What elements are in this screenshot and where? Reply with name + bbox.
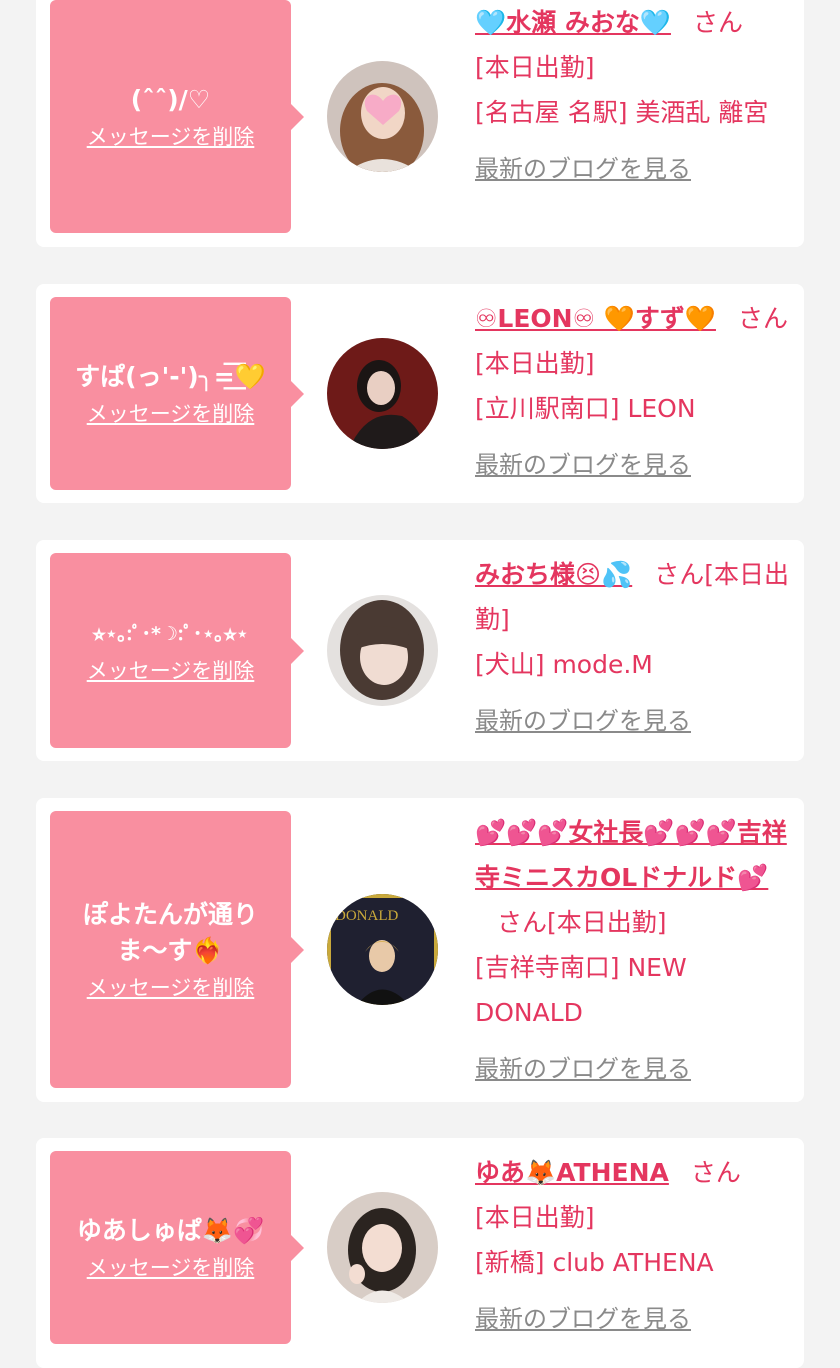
delete-message-link[interactable]: メッセージを削除 (87, 122, 255, 152)
honorific: さん (737, 304, 788, 333)
svg-text:DONALD: DONALD (335, 908, 398, 924)
delete-message-link[interactable]: メッセージを削除 (87, 656, 255, 686)
profile-photo (327, 595, 438, 706)
message-bubble: ぽよたんが通りま〜す❤️‍🔥 メッセージを削除 (50, 811, 304, 1088)
message-card: ⭐︎⋆｡:ﾟ･*☽:ﾟ･⋆｡⭐︎⋆ メッセージを削除 みおち様😣💦 さん[本日出勤… (36, 540, 804, 761)
message-card: ぽよたんが通りま〜す❤️‍🔥 メッセージを削除 DONALD 💕💕💕女社長💕💕💕… (36, 798, 804, 1102)
cast-info: ♾LEON♾ 🧡すず🧡 さん [本日出勤] [立川駅南口] LEON 最新のブログを… (475, 296, 793, 488)
latest-blog-link[interactable]: 最新のブログを見る (475, 443, 691, 488)
latest-blog-link[interactable]: 最新のブログを見る (475, 699, 691, 744)
cast-name-link[interactable]: みおち様😣💦 (475, 560, 632, 589)
delete-message-link[interactable]: メッセージを削除 (87, 399, 255, 429)
profile-photo (327, 61, 438, 172)
shop-location: [新橋] club ATHENA (475, 1248, 714, 1277)
message-text: ⭐︎⋆｡:ﾟ･*☽:ﾟ･⋆｡⭐︎⋆ (92, 622, 249, 645)
honorific: さん (654, 560, 705, 589)
avatar[interactable]: DONALD (327, 894, 438, 1005)
profile-photo (327, 1192, 438, 1303)
avatar[interactable] (327, 338, 438, 449)
message-bubble: すぱ(っ'-')╮=͟͟͞͞💛 メッセージを削除 (50, 297, 304, 490)
cast-name-link[interactable]: 💕💕💕女社長💕💕💕吉祥寺ミニスカOLドナルド💕 (475, 818, 787, 892)
message-bubble: ⭐︎⋆｡:ﾟ･*☽:ﾟ･⋆｡⭐︎⋆ メッセージを削除 (50, 553, 304, 748)
work-status: [本日出勤] (547, 908, 667, 937)
profile-photo (327, 338, 438, 449)
cast-info: 💕💕💕女社長💕💕💕吉祥寺ミニスカOLドナルド💕 さん[本日出勤] [吉祥寺南口] … (475, 810, 793, 1092)
avatar[interactable] (327, 61, 438, 172)
shop-location: [立川駅南口] LEON (475, 394, 696, 423)
cast-info: 🩵水瀬 みおな🩵 さん [本日出勤] [名古屋 名駅] 美酒乱 離宮 最新のブログ… (475, 0, 793, 192)
delete-message-link[interactable]: メッセージを削除 (87, 973, 255, 1003)
honorific: さん (690, 1158, 741, 1187)
cast-name-link[interactable]: ゆあ🦊ATHENA (475, 1158, 669, 1187)
shop-location: [犬山] mode.M (475, 650, 653, 679)
work-status: [本日出勤] (475, 1203, 595, 1232)
message-text: ゆあしゅぱ🦊💞 (76, 1215, 265, 1245)
message-card: (ˆˆ)/♡ メッセージを削除 🩵水瀬 みおな🩵 さん [本日出勤] [名古屋 名… (36, 0, 804, 247)
message-text: すぱ(っ'-')╮=͟͟͞͞💛 (75, 361, 266, 391)
delete-message-link[interactable]: メッセージを削除 (87, 1253, 255, 1283)
shop-location: [吉祥寺南口] NEW DONALD (475, 953, 687, 1027)
cast-info: ゆあ🦊ATHENA さん [本日出勤] [新橋] club ATHENA 最新のブ… (475, 1150, 793, 1342)
message-text: ぽよたんが通りま〜す❤️‍🔥 (82, 899, 258, 965)
honorific: さん (692, 8, 743, 37)
work-status: [本日出勤] (475, 53, 595, 82)
work-status: [本日出勤] (475, 349, 595, 378)
message-text: (ˆˆ)/♡ (130, 84, 211, 114)
avatar[interactable] (327, 1192, 438, 1303)
shop-location: [名古屋 名駅] 美酒乱 離宮 (475, 98, 769, 127)
latest-blog-link[interactable]: 最新のブログを見る (475, 1297, 691, 1342)
latest-blog-link[interactable]: 最新のブログを見る (475, 1047, 691, 1092)
avatar[interactable] (327, 595, 438, 706)
message-card: すぱ(っ'-')╮=͟͟͞͞💛 メッセージを削除 ♾LEON♾ 🧡すず🧡 さん [本… (36, 284, 804, 503)
message-card: ゆあしゅぱ🦊💞 メッセージを削除 ゆあ🦊ATHENA さん [本日出勤] [新橋]… (36, 1138, 804, 1368)
message-bubble: ゆあしゅぱ🦊💞 メッセージを削除 (50, 1151, 304, 1344)
honorific: さん (497, 908, 548, 937)
profile-photo: DONALD (327, 894, 438, 1005)
message-bubble: (ˆˆ)/♡ メッセージを削除 (50, 0, 304, 233)
cast-name-link[interactable]: ♾LEON♾ 🧡すず🧡 (475, 304, 716, 333)
cast-info: みおち様😣💦 さん[本日出勤] [犬山] mode.M 最新のブログを見る (475, 552, 793, 744)
latest-blog-link[interactable]: 最新のブログを見る (475, 147, 691, 192)
cast-name-link[interactable]: 🩵水瀬 みおな🩵 (475, 8, 671, 37)
